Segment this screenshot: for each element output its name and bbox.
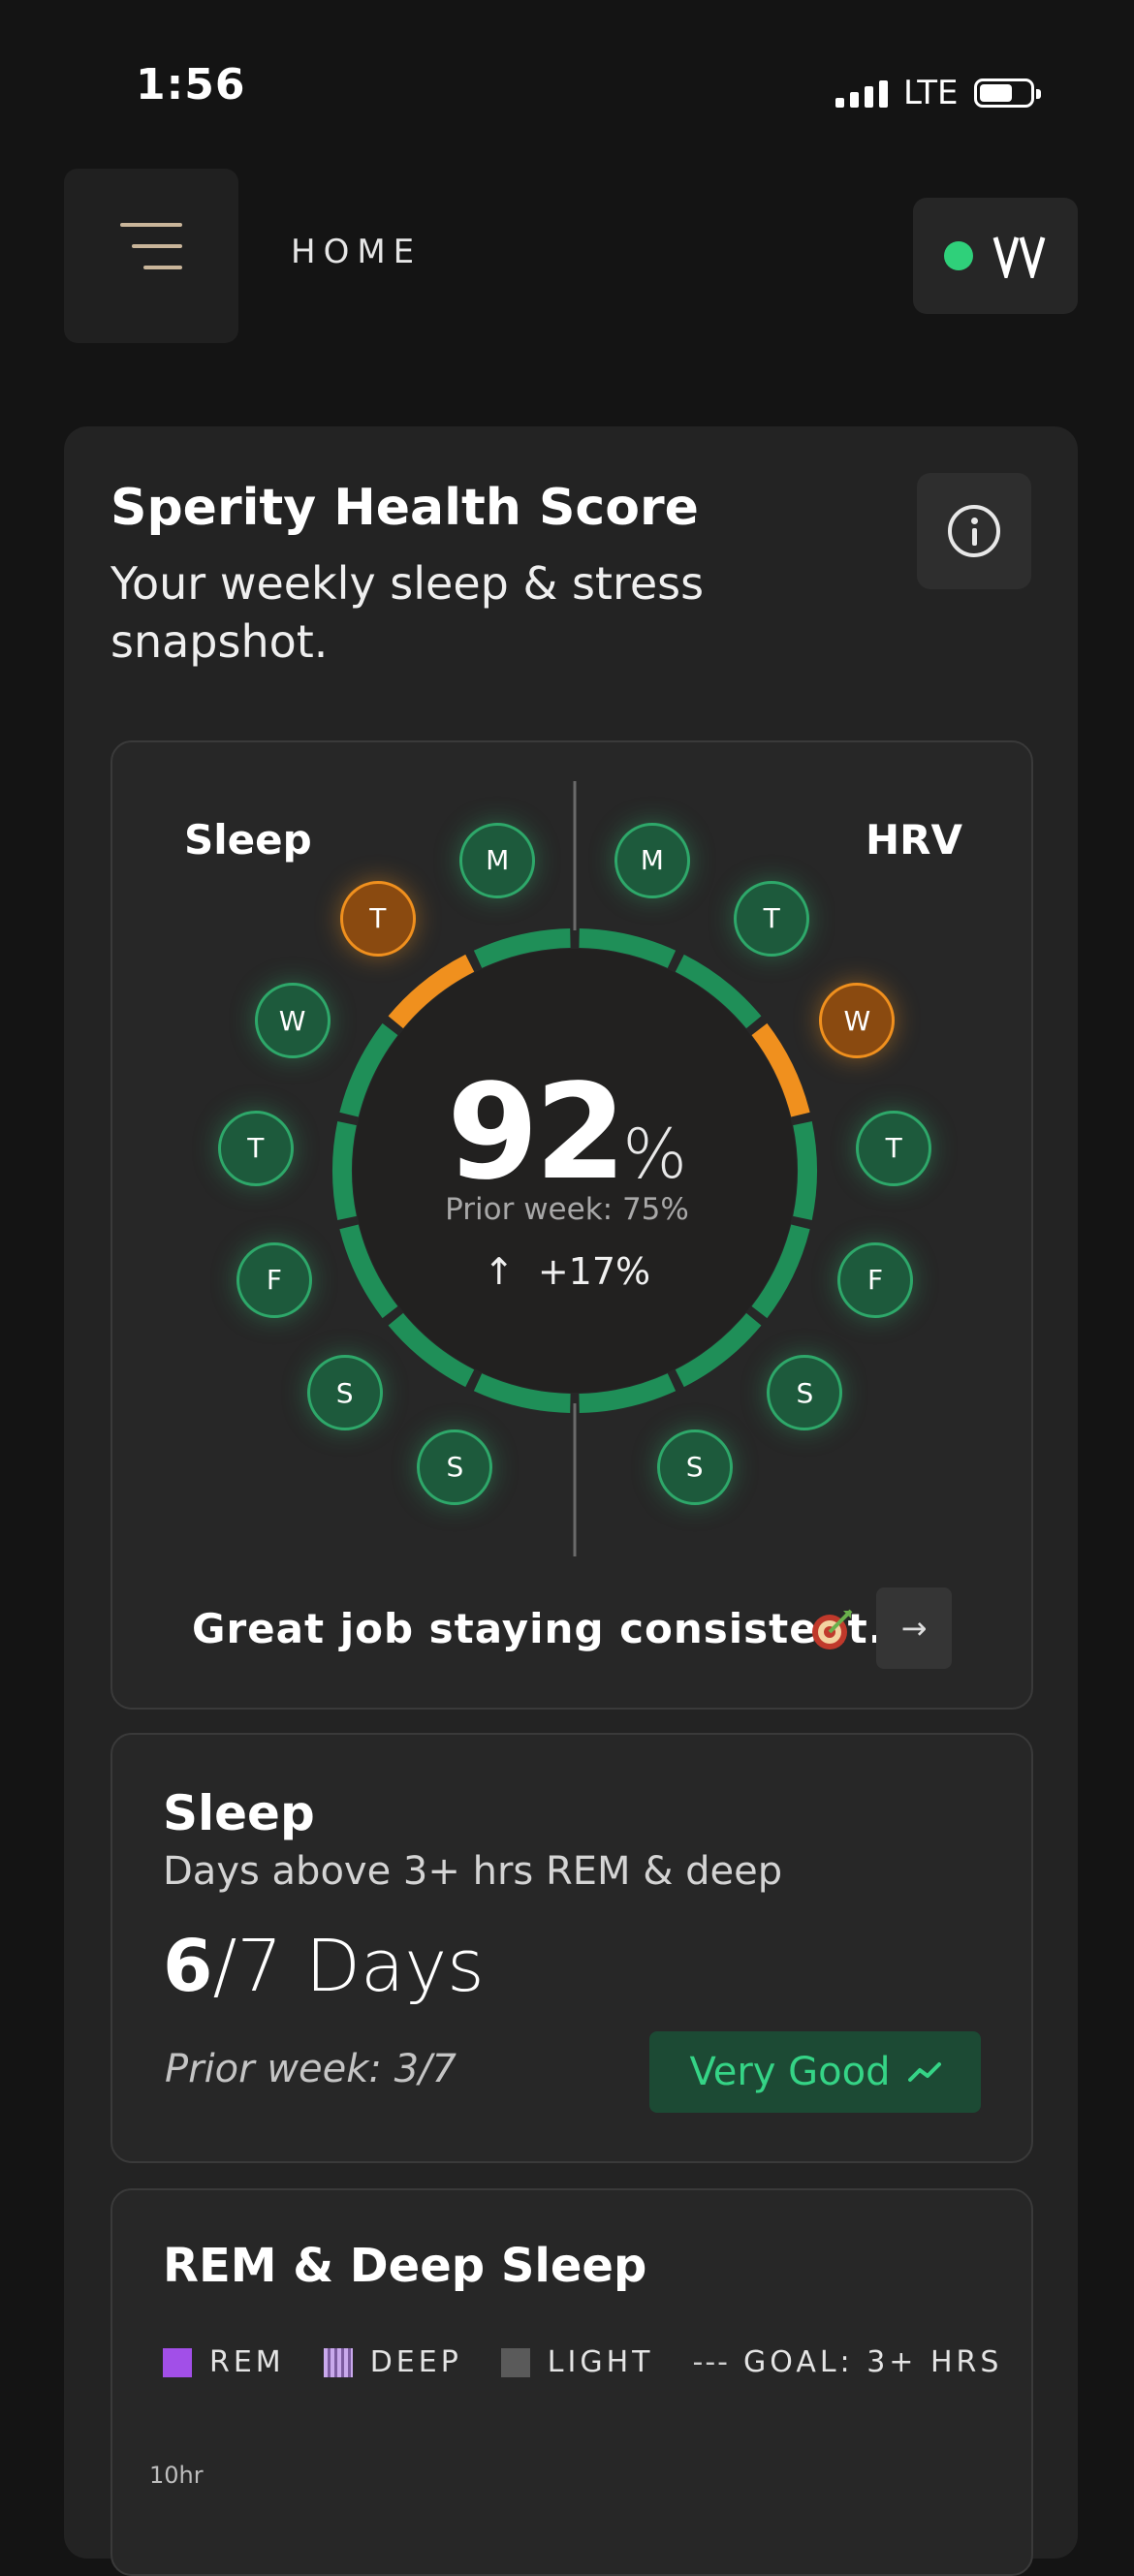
y-axis-tick: 10hr bbox=[149, 2462, 204, 2489]
legend-light-label: LIGHT bbox=[547, 2345, 654, 2379]
sleep-label: Sleep bbox=[184, 816, 312, 864]
sleep-prior-week: Prior week: 3/7 bbox=[165, 2047, 457, 2091]
sleep-days-count: 6/7 Days bbox=[163, 1925, 485, 2008]
hrv-day-s[interactable]: S bbox=[767, 1355, 843, 1431]
legend-goal: --- GOAL: 3+ HRS bbox=[693, 2345, 1003, 2379]
trend-up-icon bbox=[907, 2062, 941, 2082]
legend-light: LIGHT bbox=[500, 2345, 654, 2379]
target-icon bbox=[812, 1609, 853, 1649]
goal-dash-icon: --- bbox=[692, 2345, 730, 2379]
score-ring bbox=[332, 781, 817, 1556]
arrow-up-icon: ↑ bbox=[483, 1250, 515, 1293]
details-arrow-button[interactable]: → bbox=[876, 1587, 952, 1669]
sleep-day-m[interactable]: M bbox=[459, 822, 536, 898]
rem-card-title: REM & Deep Sleep bbox=[163, 2239, 647, 2293]
legend-rem-label: REM bbox=[209, 2345, 285, 2379]
sleep-day-t[interactable]: T bbox=[339, 880, 416, 957]
legend-rem: REM bbox=[163, 2345, 285, 2379]
hrv-label: HRV bbox=[866, 816, 962, 864]
prior-week-score: Prior week: 75% bbox=[445, 1192, 689, 1227]
legend-deep: DEEP bbox=[323, 2345, 462, 2379]
score-value: 92% bbox=[0, 1056, 1134, 1209]
sleep-card-title: Sleep bbox=[163, 1785, 315, 1841]
chart-legend: REM DEEP LIGHT --- GOAL: 3+ HRS bbox=[163, 2345, 1002, 2379]
days-total: /7 Days bbox=[212, 1925, 485, 2008]
hrv-day-w[interactable]: W bbox=[819, 983, 896, 1059]
status-badge-label: Very Good bbox=[689, 2050, 891, 2094]
consistency-message: Great job staying consistent. bbox=[192, 1605, 885, 1652]
hrv-day-t[interactable]: T bbox=[734, 880, 810, 957]
light-swatch bbox=[500, 2347, 530, 2377]
sleep-day-w[interactable]: W bbox=[254, 983, 331, 1059]
score-change: ↑ +17% bbox=[0, 1250, 1134, 1293]
deep-swatch bbox=[323, 2347, 353, 2377]
hrv-day-m[interactable]: M bbox=[614, 822, 690, 898]
score-unit: % bbox=[622, 1115, 687, 1194]
score-change-value: +17% bbox=[537, 1250, 651, 1293]
hrv-day-s[interactable]: S bbox=[656, 1429, 733, 1505]
sleep-card-subtitle: Days above 3+ hrs REM & deep bbox=[163, 1849, 783, 1894]
sleep-day-s[interactable]: S bbox=[306, 1355, 383, 1431]
legend-goal-label: GOAL: 3+ HRS bbox=[742, 2345, 1003, 2379]
legend-deep-label: DEEP bbox=[369, 2345, 462, 2379]
days-achieved: 6 bbox=[163, 1925, 213, 2008]
rem-swatch bbox=[163, 2347, 192, 2377]
status-badge: Very Good bbox=[649, 2031, 981, 2113]
sleep-day-s[interactable]: S bbox=[417, 1429, 493, 1505]
score-number: 92 bbox=[447, 1056, 626, 1209]
